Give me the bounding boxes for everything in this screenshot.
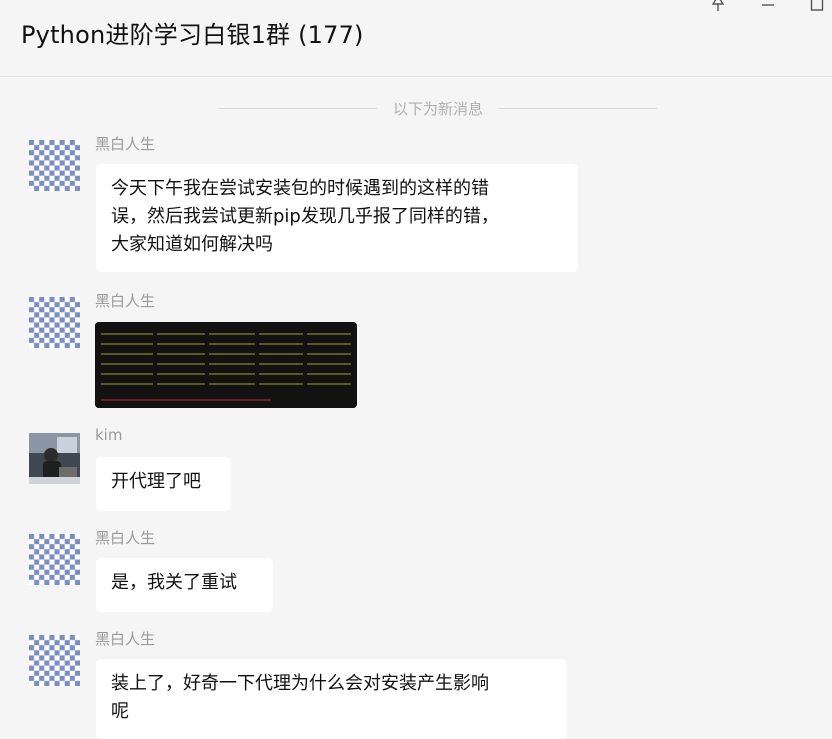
message-bubble[interactable]: 装上了，好奇一下代理为什么会对安装产生影响 呢 — [96, 659, 567, 739]
maximize-icon[interactable] — [810, 0, 824, 12]
user-avatar[interactable] — [29, 635, 80, 686]
user-avatar[interactable] — [29, 297, 80, 348]
divider-line-left — [219, 107, 377, 109]
message-text-line: 今天下午我在尝试安装包的时候遇到的这样的错 — [111, 178, 489, 199]
sender-name: 黑白人生 — [95, 135, 156, 153]
chat-title: Python进阶学习白银1群 (177) — [21, 21, 364, 49]
message-text-line: 开代理了吧 — [111, 471, 201, 492]
pin-icon[interactable] — [709, 0, 727, 12]
message-bubble[interactable]: 开代理了吧 — [96, 457, 231, 511]
chat-header: Python进阶学习白银1群 (177) — [0, 0, 832, 77]
message-text-line: 大家知道如何解决吗 — [111, 234, 273, 255]
terminal-preview-graphic — [95, 322, 357, 408]
new-messages-divider: 以下为新消息 — [219, 96, 658, 120]
user-avatar[interactable] — [29, 433, 80, 484]
sender-name: 黑白人生 — [95, 292, 156, 310]
divider-line-right — [499, 107, 658, 109]
user-avatar[interactable] — [29, 140, 80, 191]
sender-name: 黑白人生 — [95, 630, 156, 648]
message-text-line: 装上了，好奇一下代理为什么会对安装产生影响 — [111, 673, 489, 694]
sender-name: 黑白人生 — [95, 529, 156, 547]
message-text-line: 呢 — [111, 701, 129, 722]
message-text-line: 误，然后我尝试更新pip发现几乎报了同样的错， — [111, 206, 499, 227]
minimize-icon[interactable] — [760, 0, 776, 12]
message-bubble[interactable]: 今天下午我在尝试安装包的时候遇到的这样的错 误，然后我尝试更新pip发现几乎报了… — [96, 164, 578, 272]
sender-name: kim — [95, 426, 123, 444]
terminal-error-screenshot[interactable] — [95, 322, 357, 408]
user-avatar[interactable] — [29, 534, 80, 585]
new-messages-label: 以下为新消息 — [393, 99, 484, 118]
message-bubble[interactable]: 是，我关了重试 — [96, 558, 273, 612]
message-text-line: 是，我关了重试 — [111, 572, 237, 593]
